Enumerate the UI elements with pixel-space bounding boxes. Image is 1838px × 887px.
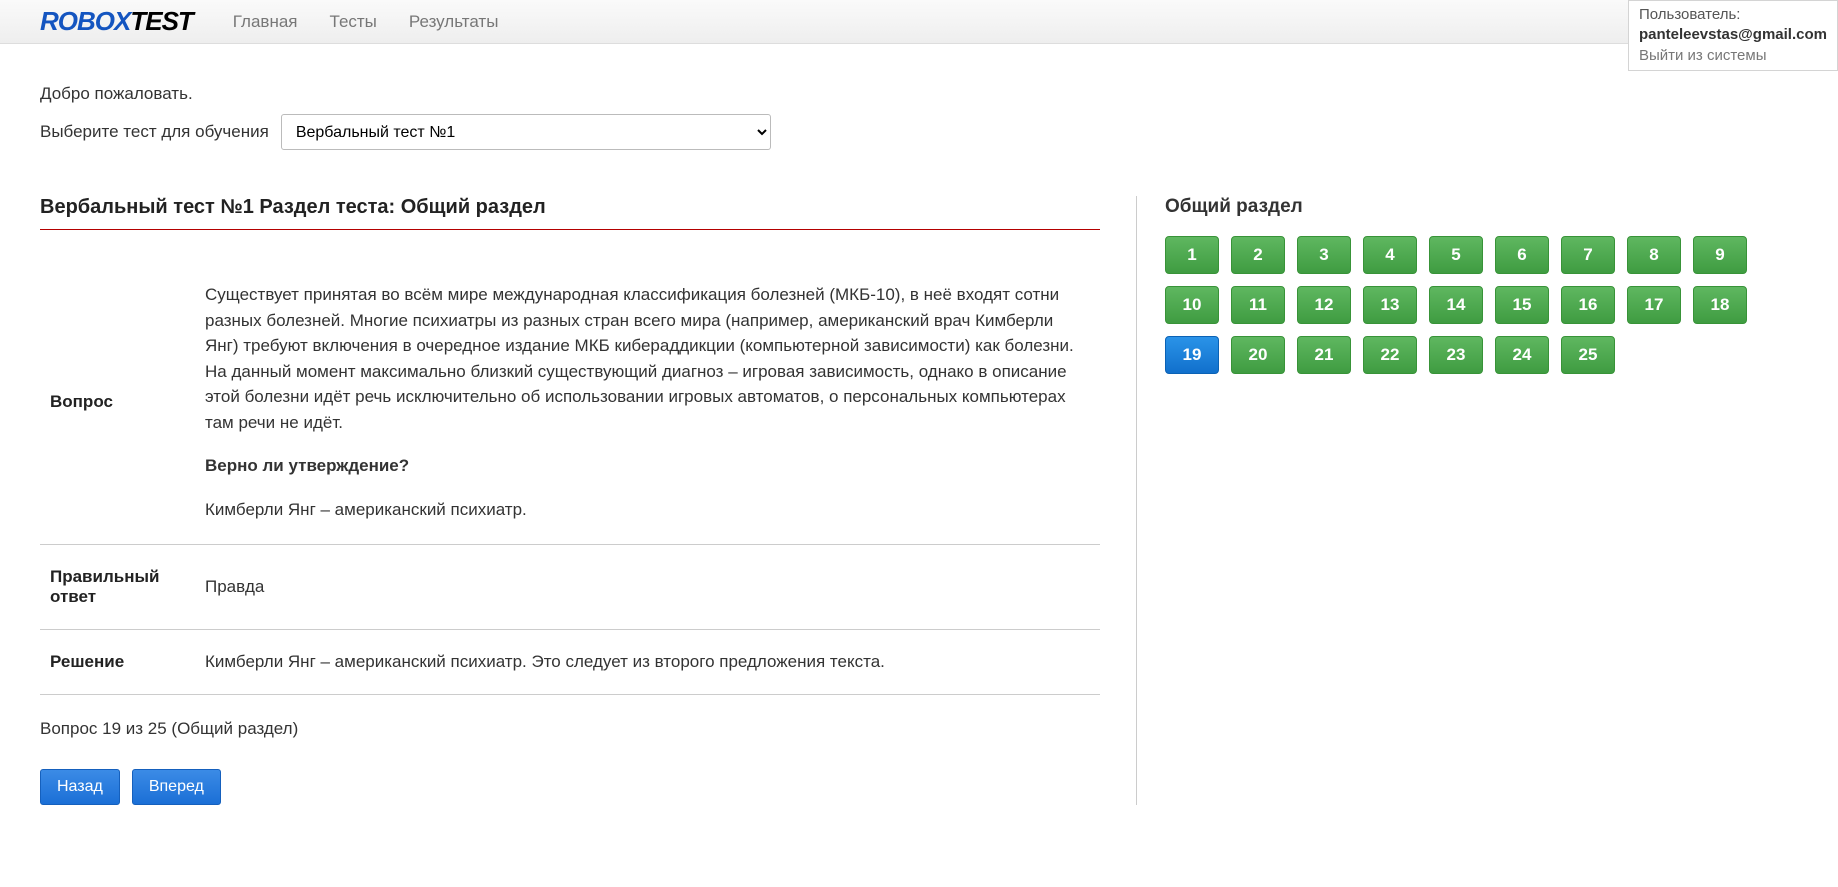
question-num-12[interactable]: 12 [1297,286,1351,324]
question-num-24[interactable]: 24 [1495,336,1549,374]
question-num-14[interactable]: 14 [1429,286,1483,324]
question-num-25[interactable]: 25 [1561,336,1615,374]
question-ask: Верно ли утверждение? [205,453,1090,479]
brand-logo[interactable]: ROBOXTEST [40,6,193,37]
logout-link[interactable]: Выйти из системы [1639,46,1827,66]
select-label: Выберите тест для обучения [40,122,269,142]
question-statement: Кимберли Янг – американский психиатр. [205,497,1090,523]
question-num-5[interactable]: 5 [1429,236,1483,274]
question-num-4[interactable]: 4 [1363,236,1417,274]
content-row: Вербальный тест №1 Раздел теста: Общий р… [40,196,1798,805]
answer-label: Правильный ответ [40,545,195,630]
question-num-8[interactable]: 8 [1627,236,1681,274]
left-column: Вербальный тест №1 Раздел теста: Общий р… [40,196,1100,805]
question-num-2[interactable]: 2 [1231,236,1285,274]
question-text: Существует принятая во всём мире междуна… [205,282,1090,435]
question-num-18[interactable]: 18 [1693,286,1747,324]
main-container: Добро пожаловать. Выберите тест для обуч… [0,44,1838,845]
question-num-20[interactable]: 20 [1231,336,1285,374]
question-num-23[interactable]: 23 [1429,336,1483,374]
test-select[interactable]: Вербальный тест №1 [281,114,771,150]
answer-value: Правда [195,545,1100,630]
question-label: Вопрос [40,260,195,545]
question-num-3[interactable]: 3 [1297,236,1351,274]
brand-part-2: TEST [130,6,192,36]
question-num-17[interactable]: 17 [1627,286,1681,324]
brand-part-1: ROBOX [40,6,130,36]
nav-links: Главная Тесты Результаты [233,12,499,32]
section-title: Общий раздел [1165,196,1776,218]
nav-tests[interactable]: Тесты [330,12,377,32]
nav-results[interactable]: Результаты [409,12,499,32]
back-button[interactable]: Назад [40,769,120,805]
right-column: Общий раздел 123456789101112131415161718… [1136,196,1776,805]
question-num-15[interactable]: 15 [1495,286,1549,324]
test-select-row: Выберите тест для обучения Вербальный те… [40,114,1798,150]
question-num-6[interactable]: 6 [1495,236,1549,274]
question-num-1[interactable]: 1 [1165,236,1219,274]
question-num-7[interactable]: 7 [1561,236,1615,274]
question-cell: Существует принятая во всём мире междуна… [195,260,1100,545]
question-num-9[interactable]: 9 [1693,236,1747,274]
solution-row: Решение Кимберли Янг – американский псих… [40,630,1100,695]
question-number-grid: 1234567891011121314151617181920212223242… [1165,236,1776,374]
question-num-10[interactable]: 10 [1165,286,1219,324]
solution-value: Кимберли Янг – американский психиатр. Эт… [195,630,1100,695]
next-button[interactable]: Вперед [132,769,221,805]
question-num-13[interactable]: 13 [1363,286,1417,324]
progress-text: Вопрос 19 из 25 (Общий раздел) [40,719,1100,739]
question-table: Вопрос Существует принятая во всём мире … [40,260,1100,695]
question-num-19[interactable]: 19 [1165,336,1219,374]
nav-home[interactable]: Главная [233,12,298,32]
navbar: ROBOXTEST Главная Тесты Результаты Польз… [0,0,1838,44]
question-row: Вопрос Существует принятая во всём мире … [40,260,1100,545]
question-num-11[interactable]: 11 [1231,286,1285,324]
question-num-21[interactable]: 21 [1297,336,1351,374]
user-email: panteleevstas@gmail.com [1639,26,1827,43]
test-title: Вербальный тест №1 Раздел теста: Общий р… [40,196,1100,230]
user-label: Пользователь: [1639,5,1827,25]
answer-row: Правильный ответ Правда [40,545,1100,630]
question-num-22[interactable]: 22 [1363,336,1417,374]
nav-buttons: Назад Вперед [40,769,1100,805]
user-box: Пользователь: panteleevstas@gmail.com Вы… [1628,0,1838,71]
welcome-text: Добро пожаловать. [40,84,1798,104]
question-num-16[interactable]: 16 [1561,286,1615,324]
solution-label: Решение [40,630,195,695]
